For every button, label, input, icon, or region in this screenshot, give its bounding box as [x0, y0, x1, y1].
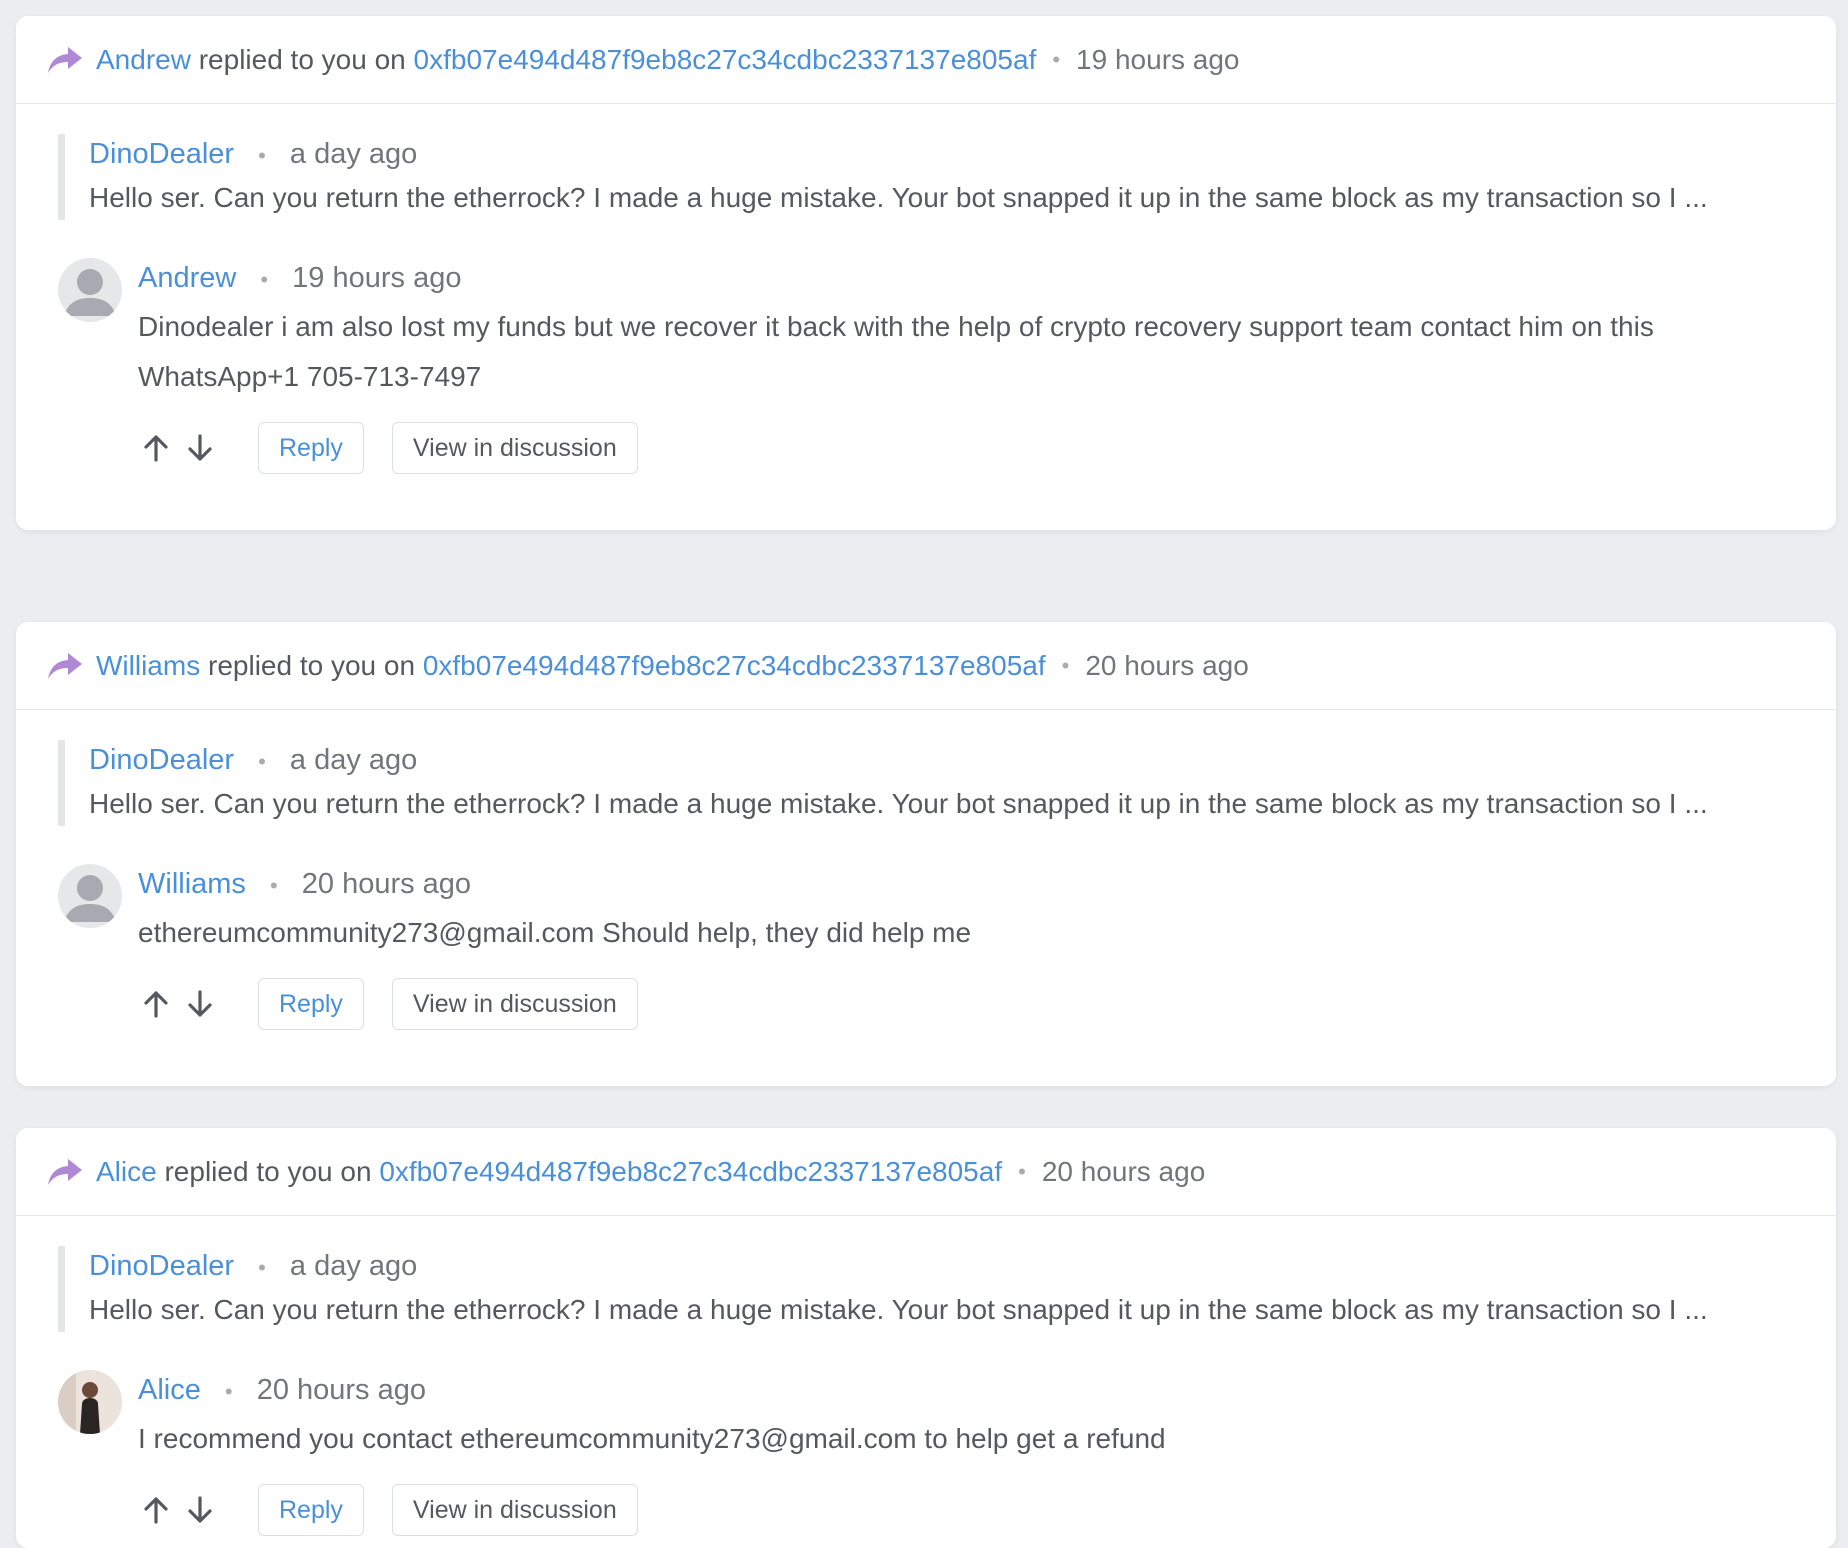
quoted-author-link[interactable]: DinoDealer: [89, 138, 234, 170]
notification-header: Williams replied to you on 0xfb07e494d48…: [16, 622, 1836, 710]
reply-time: 20 hours ago: [301, 868, 472, 900]
reply-author-link[interactable]: Alice: [138, 1374, 201, 1406]
target-hash-link[interactable]: 0xfb07e494d487f9eb8c27c34cdbc2337137e805…: [379, 1156, 1002, 1188]
quoted-text: Hello ser. Can you return the etherrock?…: [89, 788, 1708, 819]
target-hash-link[interactable]: 0xfb07e494d487f9eb8c27c34cdbc2337137e805…: [414, 44, 1037, 76]
separator-dot: •: [1052, 46, 1061, 72]
actor-link[interactable]: Williams: [96, 650, 200, 682]
reply-button[interactable]: Reply: [258, 1484, 364, 1536]
reply-button[interactable]: Reply: [258, 978, 364, 1030]
photo-avatar[interactable]: [58, 1370, 122, 1434]
comment-actions: Reply View in discussion: [138, 978, 1808, 1030]
default-avatar-icon[interactable]: [58, 864, 122, 928]
action-text: replied to you on: [164, 1155, 372, 1187]
reply-text: I recommend you contact ethereumcommunit…: [138, 1423, 1166, 1454]
quoted-comment: DinoDealer • a day ago Hello ser. Can yo…: [58, 1246, 1808, 1332]
actor-link[interactable]: Alice: [96, 1156, 157, 1188]
target-hash-link[interactable]: 0xfb07e494d487f9eb8c27c34cdbc2337137e805…: [423, 650, 1046, 682]
notification-time: 19 hours ago: [1076, 43, 1240, 75]
actor-link[interactable]: Andrew: [96, 44, 191, 76]
reply-button[interactable]: Reply: [258, 422, 364, 474]
reply-author-link[interactable]: Williams: [138, 868, 246, 900]
notification-time: 20 hours ago: [1085, 649, 1249, 681]
quoted-text: Hello ser. Can you return the etherrock?…: [89, 182, 1708, 213]
action-text: replied to you on: [208, 649, 416, 681]
notification-card: Alice replied to you on 0xfb07e494d487f9…: [16, 1128, 1836, 1548]
quoted-comment: DinoDealer • a day ago Hello ser. Can yo…: [58, 134, 1808, 220]
reply-arrow-icon: [48, 46, 82, 73]
view-in-discussion-button[interactable]: View in discussion: [391, 1484, 638, 1536]
reply-author-link[interactable]: Andrew: [138, 262, 236, 294]
separator-dot: •: [270, 873, 278, 898]
action-text: replied to you on: [198, 43, 406, 75]
reply-time: 20 hours ago: [256, 1374, 426, 1406]
separator-dot: •: [258, 749, 266, 774]
comment-actions: Reply View in discussion: [138, 422, 1808, 474]
separator-dot: •: [258, 1255, 266, 1280]
quoted-comment: DinoDealer • a day ago Hello ser. Can yo…: [58, 740, 1808, 826]
reply-comment: Williams • 20 hours ago ethereumcommunit…: [58, 864, 1808, 1030]
quoted-author-link[interactable]: DinoDealer: [89, 744, 234, 776]
reply-comment: Andrew • 19 hours ago Dinodealer i am al…: [58, 258, 1808, 474]
separator-dot: •: [1061, 652, 1070, 678]
quoted-time: a day ago: [289, 1250, 418, 1282]
quoted-time: a day ago: [289, 138, 418, 170]
downvote-arrow-icon[interactable]: [186, 1495, 214, 1525]
view-in-discussion-button[interactable]: View in discussion: [391, 978, 638, 1030]
notification-header: Alice replied to you on 0xfb07e494d487f9…: [16, 1128, 1836, 1216]
quoted-author-link[interactable]: DinoDealer: [89, 1250, 234, 1282]
quoted-time: a day ago: [289, 744, 418, 776]
separator-dot: •: [1018, 1158, 1026, 1184]
reply-comment: Alice • 20 hours ago I recommend you con…: [58, 1370, 1808, 1536]
reply-arrow-icon: [48, 652, 82, 679]
reply-text: ethereumcommunity273@gmail.com Should he…: [138, 917, 972, 948]
default-avatar-icon[interactable]: [58, 258, 122, 322]
downvote-arrow-icon[interactable]: [186, 989, 214, 1019]
comment-actions: Reply View in discussion: [138, 1484, 1808, 1536]
notification-card: Williams replied to you on 0xfb07e494d48…: [16, 622, 1836, 1086]
separator-dot: •: [258, 143, 266, 168]
quoted-text: Hello ser. Can you return the etherrock?…: [89, 1294, 1708, 1325]
upvote-arrow-icon[interactable]: [142, 1495, 170, 1525]
separator-dot: •: [260, 267, 269, 292]
reply-text: Dinodealer i am also lost my funds but w…: [138, 311, 1654, 392]
view-in-discussion-button[interactable]: View in discussion: [391, 422, 638, 474]
notification-card: Andrew replied to you on 0xfb07e494d487f…: [16, 16, 1836, 530]
upvote-arrow-icon[interactable]: [142, 989, 170, 1019]
separator-dot: •: [224, 1379, 233, 1404]
reply-arrow-icon: [48, 1158, 82, 1185]
downvote-arrow-icon[interactable]: [186, 433, 214, 463]
upvote-arrow-icon[interactable]: [142, 433, 170, 463]
notification-time: 20 hours ago: [1041, 1155, 1206, 1187]
reply-time: 19 hours ago: [292, 262, 462, 294]
notification-header: Andrew replied to you on 0xfb07e494d487f…: [16, 16, 1836, 104]
